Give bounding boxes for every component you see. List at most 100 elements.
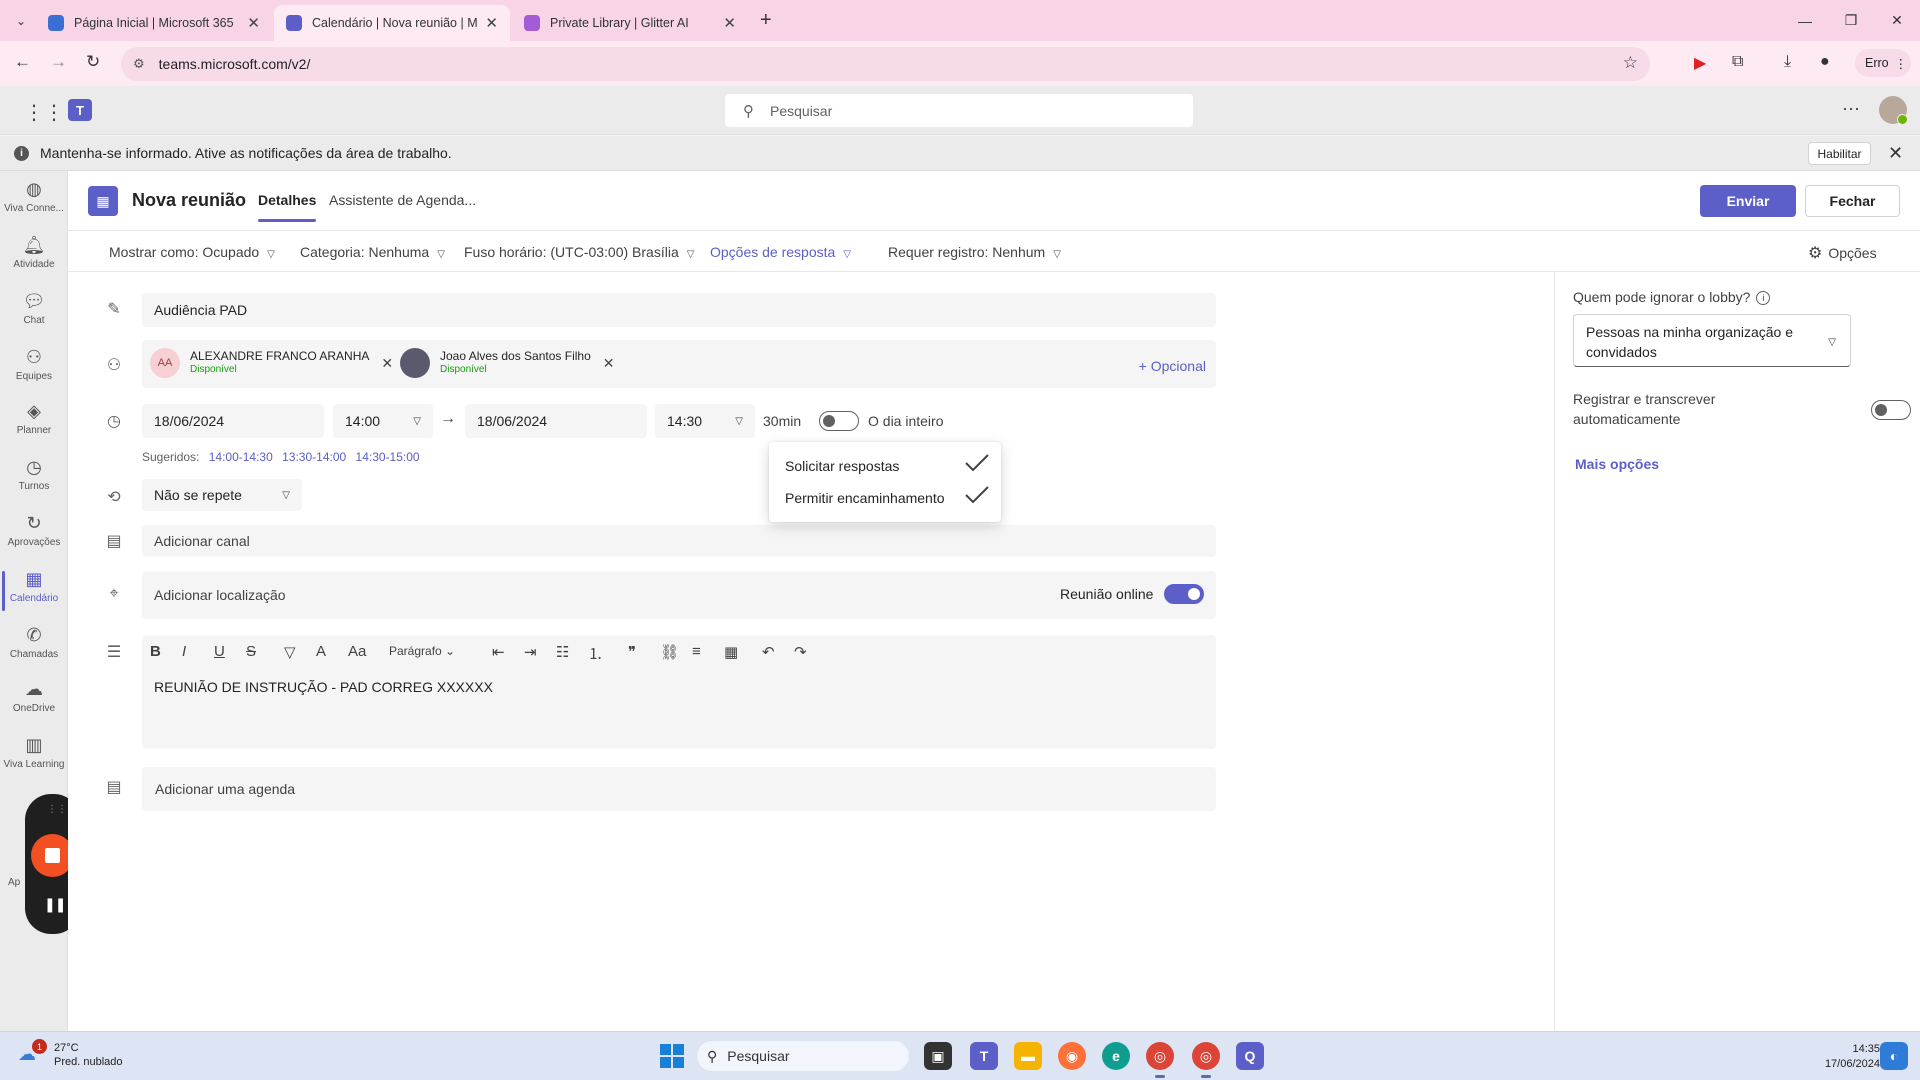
end-date-picker[interactable]: 18/06/2024: [465, 404, 647, 438]
more-options-link[interactable]: Mais opções: [1575, 456, 1659, 472]
rail-item-viva-learning[interactable]: ▥ Viva Learning: [0, 733, 68, 785]
menu-item-allow-forwarding[interactable]: Permitir encaminhamento: [785, 490, 945, 506]
extensions-icon[interactable]: ⧉: [1732, 53, 1743, 71]
bullet-list-icon[interactable]: ☷: [556, 643, 569, 661]
location-input[interactable]: Adicionar localização Reunião online: [142, 571, 1216, 619]
firefox-icon[interactable]: ◉: [1058, 1042, 1086, 1070]
show-as-dropdown[interactable]: Mostrar como: Ocupado ▽: [109, 244, 275, 260]
rail-item-shifts[interactable]: ◷ Turnos: [0, 455, 68, 507]
kebab-menu-icon[interactable]: ⋮: [1895, 56, 1908, 71]
more-options-icon[interactable]: ···: [1842, 98, 1860, 119]
omnibox[interactable]: ⚙ teams.microsoft.com/v2/ ☆: [121, 47, 1650, 81]
numbered-list-icon[interactable]: ⒈: [588, 643, 603, 664]
profile-error-button[interactable]: Erro ⋮: [1855, 49, 1911, 77]
all-day-toggle[interactable]: [819, 411, 859, 431]
attendee-chip[interactable]: Joao Alves dos Santos Filho Disponível ✕: [400, 348, 615, 378]
suggested-slot[interactable]: 13:30-14:00: [282, 450, 346, 464]
meeting-options-button[interactable]: ⚙ Opções: [1808, 243, 1877, 263]
teams-search-input[interactable]: ⚲ Pesquisar: [725, 94, 1193, 127]
timezone-dropdown[interactable]: Fuso horário: (UTC-03:00) Brasília ▽: [464, 244, 694, 260]
chrome-profile-icon[interactable]: ◎: [1192, 1042, 1220, 1078]
lobby-bypass-dropdown[interactable]: Pessoas na minha organização e convidado…: [1573, 314, 1851, 367]
remove-attendee-icon[interactable]: ✕: [381, 355, 393, 372]
link-icon[interactable]: ⛓: [660, 643, 679, 661]
teams-app-icon[interactable]: T: [970, 1042, 998, 1070]
rail-item-calls[interactable]: ✆ Chamadas: [0, 623, 68, 675]
meeting-details-editor[interactable]: B I U S ▽ A Aa Parágrafo ⌄ ⇤ ⇥ ☷ ⒈ ❞ ⛓ ≡…: [142, 635, 1216, 749]
restore-icon[interactable]: ❐: [1828, 0, 1874, 41]
menu-item-request-responses[interactable]: Solicitar respostas: [785, 458, 899, 474]
rail-item-planner[interactable]: ◈ Planner: [0, 399, 68, 451]
notification-center-icon[interactable]: ◐: [1880, 1042, 1908, 1070]
meeting-body-text[interactable]: REUNIÃO DE INSTRUÇÃO - PAD CORREG XXXXXX: [154, 679, 493, 695]
new-tab-icon[interactable]: +: [760, 9, 772, 32]
rail-item-onedrive[interactable]: ☁ OneDrive: [0, 677, 68, 729]
rail-item-activity[interactable]: 🔔︎ Atividade: [0, 233, 68, 285]
close-tab-icon[interactable]: ✕: [247, 14, 260, 32]
outdent-icon[interactable]: ⇤: [492, 643, 505, 661]
taskbar-search-input[interactable]: ⚲ Pesquisar: [697, 1041, 909, 1071]
pause-icon[interactable]: ❚❚: [44, 896, 66, 913]
close-icon[interactable]: ✕: [1888, 143, 1903, 164]
table-icon[interactable]: ▦: [724, 643, 738, 661]
add-channel-input[interactable]: Adicionar canal: [142, 525, 1216, 557]
font-color-icon[interactable]: A: [316, 643, 326, 660]
back-icon[interactable]: ←: [14, 52, 31, 72]
app-icon[interactable]: Q: [1236, 1042, 1264, 1070]
enable-notifications-button[interactable]: Habilitar: [1808, 142, 1871, 165]
tab-search-chevron-icon[interactable]: ⌄: [10, 10, 32, 32]
rail-item-viva-connections[interactable]: ◍ Viva Conne...: [0, 177, 68, 229]
info-icon[interactable]: i: [1756, 291, 1771, 306]
close-tab-icon[interactable]: ✕: [723, 14, 736, 32]
user-avatar[interactable]: [1879, 96, 1908, 125]
bookmark-star-icon[interactable]: ☆: [1623, 53, 1638, 73]
reload-icon[interactable]: ↻: [86, 52, 100, 72]
meeting-title-input[interactable]: Audiência PAD: [142, 293, 1216, 327]
tab-details[interactable]: Detalhes: [258, 192, 317, 222]
suggested-slot[interactable]: 14:00-14:30: [209, 450, 273, 464]
site-info-icon[interactable]: ⚙: [133, 56, 145, 72]
remove-attendee-icon[interactable]: ✕: [603, 355, 615, 372]
category-dropdown[interactable]: Categoria: Nenhuma ▽: [300, 244, 445, 260]
add-agenda-input[interactable]: Adicionar uma agenda: [142, 767, 1216, 811]
browser-tab-calendar[interactable]: Calendário | Nova reunião | Mic ✕: [274, 5, 510, 41]
attendees-input[interactable]: AA ALEXANDRE FRANCO ARANHA Disponível ✕ …: [142, 340, 1216, 388]
minimize-icon[interactable]: —: [1782, 0, 1828, 41]
recurrence-dropdown[interactable]: Não se repete ▽: [142, 479, 302, 511]
quote-icon[interactable]: ❞: [628, 643, 636, 661]
forward-icon[interactable]: →: [50, 52, 67, 72]
auto-record-toggle[interactable]: [1871, 400, 1911, 420]
paragraph-style-dropdown[interactable]: Parágrafo ⌄: [389, 644, 455, 658]
rail-item-calendar[interactable]: ▦ Calendário: [0, 567, 68, 619]
font-size-icon[interactable]: Aa: [348, 643, 366, 660]
undo-icon[interactable]: ↶: [762, 643, 775, 661]
profile-icon[interactable]: ●: [1820, 53, 1830, 71]
browser-tab-m365[interactable]: Página Inicial | Microsoft 365 ✕: [36, 5, 272, 41]
drag-grip-icon[interactable]: ⋮⋮: [47, 804, 67, 815]
highlight-icon[interactable]: ▽: [284, 643, 296, 661]
send-button[interactable]: Enviar: [1700, 185, 1796, 217]
download-icon[interactable]: ⤓: [1784, 53, 1791, 71]
bold-icon[interactable]: B: [150, 643, 161, 660]
underline-icon[interactable]: U: [214, 643, 225, 660]
browser-tab-glitter[interactable]: Private Library | Glitter AI ✕: [512, 5, 748, 41]
add-optional-attendees-link[interactable]: + Opcional: [1139, 358, 1206, 374]
attendee-chip[interactable]: AA ALEXANDRE FRANCO ARANHA Disponível ✕: [150, 348, 393, 378]
indent-icon[interactable]: ⇥: [524, 643, 537, 661]
registration-dropdown[interactable]: Requer registro: Nenhum ▽: [888, 244, 1061, 260]
chrome-icon[interactable]: ◎: [1146, 1042, 1174, 1078]
suggested-slot[interactable]: 14:30-15:00: [356, 450, 420, 464]
rail-item-approvals[interactable]: ↻ Aprovações: [0, 511, 68, 563]
rail-item-apps-partial[interactable]: Ap: [8, 877, 20, 888]
online-meeting-toggle[interactable]: [1164, 584, 1204, 604]
weather-widget[interactable]: ☁ 1 27°C Pred. nublado: [18, 1039, 123, 1069]
close-button[interactable]: Fechar: [1805, 185, 1900, 217]
windows-start-icon[interactable]: [660, 1044, 684, 1068]
rail-item-chat[interactable]: 💬︎ Chat: [0, 289, 68, 341]
start-date-picker[interactable]: 18/06/2024: [142, 404, 324, 438]
file-explorer-icon[interactable]: ▬: [1014, 1042, 1042, 1070]
youtube-extension-icon[interactable]: ▶: [1694, 53, 1706, 73]
close-tab-icon[interactable]: ✕: [485, 14, 498, 32]
edge-icon[interactable]: e: [1102, 1042, 1130, 1070]
task-view-icon[interactable]: ▣: [924, 1042, 952, 1070]
